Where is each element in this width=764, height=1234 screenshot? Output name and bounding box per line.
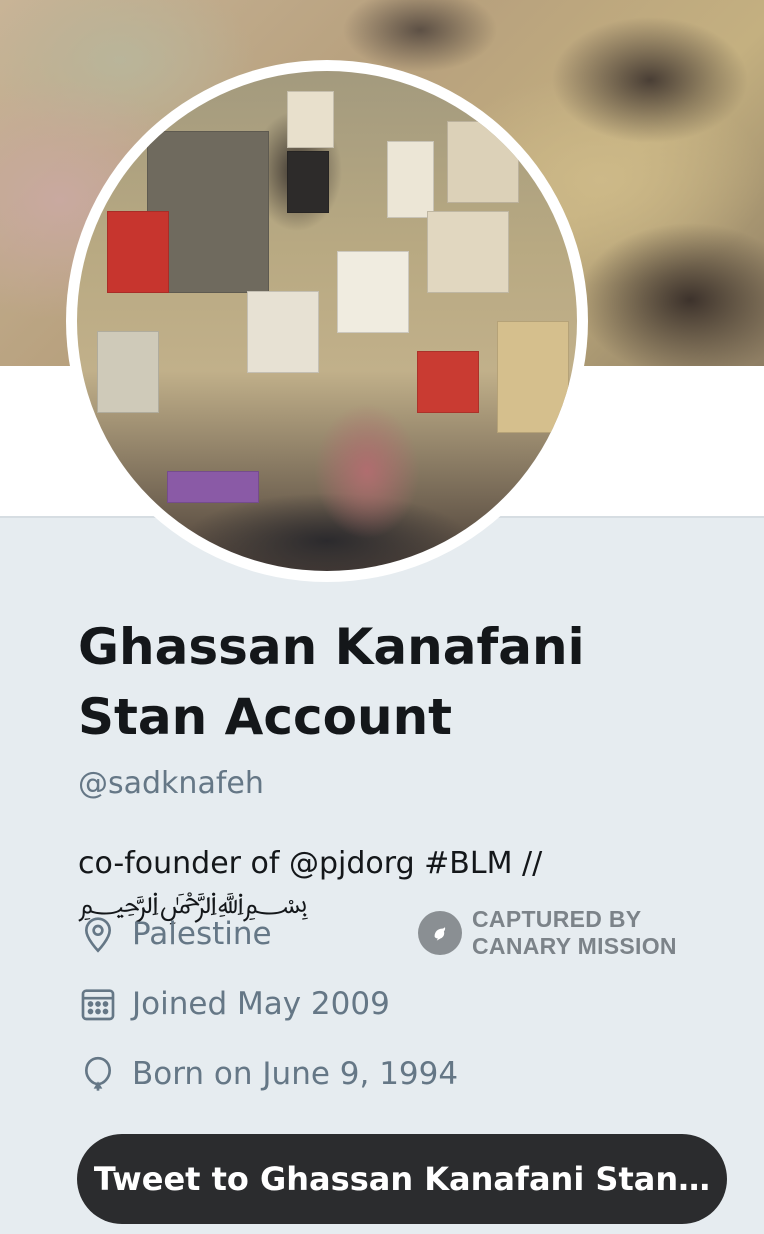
born-text: Born on June 9, 1994 (132, 1056, 459, 1092)
profile-name: Ghassan Kanafani Stan Account (78, 618, 585, 746)
calendar-icon (81, 989, 115, 1021)
canary-mission-badge[interactable]: CAPTURED BY CANARY MISSION (418, 906, 677, 960)
born-row: Born on June 9, 1994 (78, 1054, 458, 1094)
location-pin-icon (84, 917, 112, 953)
profile-info: Ghassan Kanafani Stan Account @sadknafeh… (78, 612, 718, 924)
location-text: Palestine (132, 916, 272, 952)
avatar-photo (77, 71, 577, 571)
joined-row: Joined May 2009 (78, 984, 390, 1024)
profile-avatar[interactable] (66, 60, 588, 582)
balloon-icon (84, 1056, 112, 1091)
tweet-to-button[interactable]: Tweet to Ghassan Kanafani Stan… (77, 1134, 727, 1224)
location-row: Palestine (78, 914, 272, 954)
joined-text: Joined May 2009 (132, 986, 390, 1022)
badge-line-1: CAPTURED BY (472, 906, 642, 932)
canary-bird-icon (418, 911, 462, 955)
profile-handle[interactable]: @sadknafeh (78, 766, 718, 802)
badge-line-2: CANARY MISSION (472, 933, 677, 959)
